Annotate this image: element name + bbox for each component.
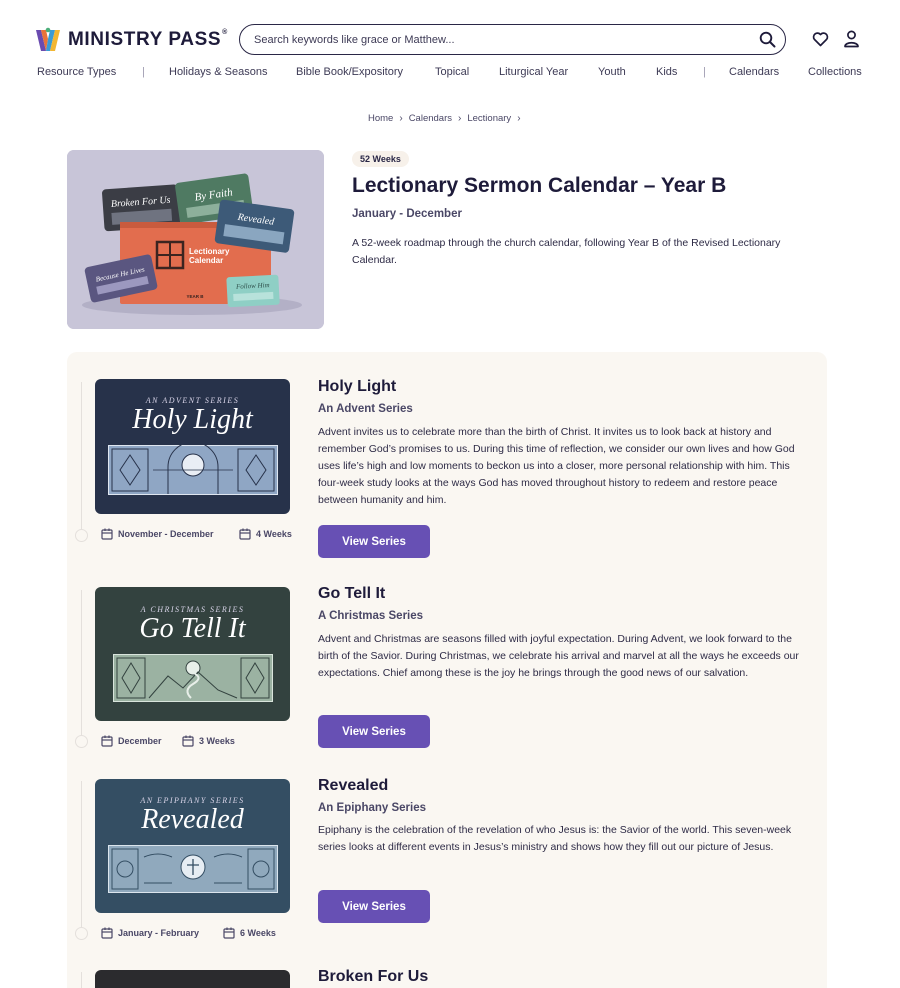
series-weeks: 6 Weeks xyxy=(223,927,276,939)
page-subtitle: January - December xyxy=(352,208,462,220)
hero-product-image: Broken For Us By Faith Lectionary Calenda… xyxy=(67,150,324,329)
nav-item-bible-book[interactable]: Bible Book/Expository xyxy=(296,66,403,78)
view-series-button[interactable]: View Series xyxy=(318,890,430,923)
series-cover-art xyxy=(108,845,278,893)
series-dates: December xyxy=(101,735,162,747)
search-bar xyxy=(239,24,786,55)
view-series-button[interactable]: View Series xyxy=(318,715,430,748)
nav-item-liturgical-year[interactable]: Liturgical Year xyxy=(499,66,568,78)
timeline-dot xyxy=(75,529,88,542)
series-cover-title: Go Tell It xyxy=(139,613,246,644)
calendar-icon xyxy=(239,528,251,540)
series-description: Epiphany is the celebration of the revel… xyxy=(318,824,792,853)
heart-icon[interactable] xyxy=(812,31,829,48)
series-cover-image[interactable]: A CHRISTMAS SERIES Go Tell It xyxy=(95,587,290,721)
calendar-icon xyxy=(223,927,235,939)
series-dates-label: November - December xyxy=(118,529,214,539)
timeline-line xyxy=(81,590,82,735)
nav-item-youth[interactable]: Youth xyxy=(598,66,626,78)
timeline-dot xyxy=(75,735,88,748)
view-series-button[interactable]: View Series xyxy=(318,525,430,558)
chevron-right-icon: › xyxy=(399,113,403,124)
calendar-icon xyxy=(101,528,113,540)
series-subtitle: An Advent Series xyxy=(318,403,413,415)
nav-item-calendars[interactable]: Calendars xyxy=(729,66,779,78)
calendar-icon xyxy=(182,735,194,747)
series-weeks: 4 Weeks xyxy=(239,528,292,540)
series-title[interactable]: Revealed xyxy=(318,777,388,795)
series-description: Advent invites us to celebrate more than… xyxy=(318,426,795,506)
calendar-icon xyxy=(101,927,113,939)
series-title[interactable]: Go Tell It xyxy=(318,585,385,603)
calendar-icon xyxy=(101,735,113,747)
breadcrumb: Home › Calendars › Lectionary › xyxy=(368,113,521,124)
nav-item-topical[interactable]: Topical xyxy=(435,66,469,78)
series-weeks: 3 Weeks xyxy=(182,735,235,747)
nav-item-holidays-seasons[interactable]: Holidays & Seasons xyxy=(169,66,267,78)
series-weeks-label: 6 Weeks xyxy=(240,928,276,938)
series-subtitle: An Epiphany Series xyxy=(318,802,427,814)
chevron-right-icon: › xyxy=(458,113,462,124)
series-description: Advent and Christmas are seasons filled … xyxy=(318,633,799,679)
series-cover-title: Holy Light xyxy=(132,404,253,435)
hero-year-label: YEAR B xyxy=(186,294,204,299)
series-subtitle: A Christmas Series xyxy=(318,610,424,622)
nav-item-kids[interactable]: Kids xyxy=(656,66,677,78)
page-description: A 52-week roadmap through the church cal… xyxy=(352,237,781,266)
logo[interactable]: MINISTRY PASS® xyxy=(36,26,228,54)
series-cover-art xyxy=(108,445,278,495)
series-cover-art xyxy=(113,654,273,702)
timeline-dot xyxy=(75,927,88,940)
nav-separator: | xyxy=(703,66,706,78)
search-icon[interactable] xyxy=(759,31,776,48)
series-title[interactable]: Broken For Us xyxy=(318,968,428,986)
logo-text: MINISTRY PASS® xyxy=(68,29,228,50)
series-cover-image[interactable] xyxy=(95,970,290,988)
timeline-line xyxy=(81,972,82,988)
breadcrumb-home[interactable]: Home xyxy=(368,113,393,124)
nav-separator: | xyxy=(142,66,145,78)
timeline-line xyxy=(81,781,82,927)
series-title[interactable]: Holy Light xyxy=(318,378,396,396)
breadcrumb-lectionary[interactable]: Lectionary xyxy=(467,113,511,124)
series-weeks-label: 3 Weeks xyxy=(199,736,235,746)
logo-mark-icon xyxy=(36,27,60,51)
search-input[interactable] xyxy=(254,31,744,48)
timeline-line xyxy=(81,382,82,530)
breadcrumb-calendars[interactable]: Calendars xyxy=(409,113,452,124)
series-weeks-label: 4 Weeks xyxy=(256,529,292,539)
user-icon[interactable] xyxy=(843,30,860,48)
series-dates-label: December xyxy=(118,736,162,746)
nav-item-resource-types[interactable]: Resource Types xyxy=(37,66,116,78)
series-dates-label: January - February xyxy=(118,928,200,938)
series-cover-title: Revealed xyxy=(141,804,244,835)
series-dates: January - February xyxy=(101,927,199,939)
series-dates: November - December xyxy=(101,528,214,540)
site-header: MINISTRY PASS® Resource Types | Holidays… xyxy=(0,0,900,90)
duration-badge: 52 Weeks xyxy=(352,151,409,167)
page-title: Lectionary Sermon Calendar – Year B xyxy=(352,174,727,197)
nav-item-collections[interactable]: Collections xyxy=(808,66,862,78)
series-cover-image[interactable]: AN ADVENT SERIES Holy Light xyxy=(95,379,290,514)
chevron-right-icon: › xyxy=(517,113,521,124)
series-cover-image[interactable]: AN EPIPHANY SERIES Revealed xyxy=(95,779,290,913)
